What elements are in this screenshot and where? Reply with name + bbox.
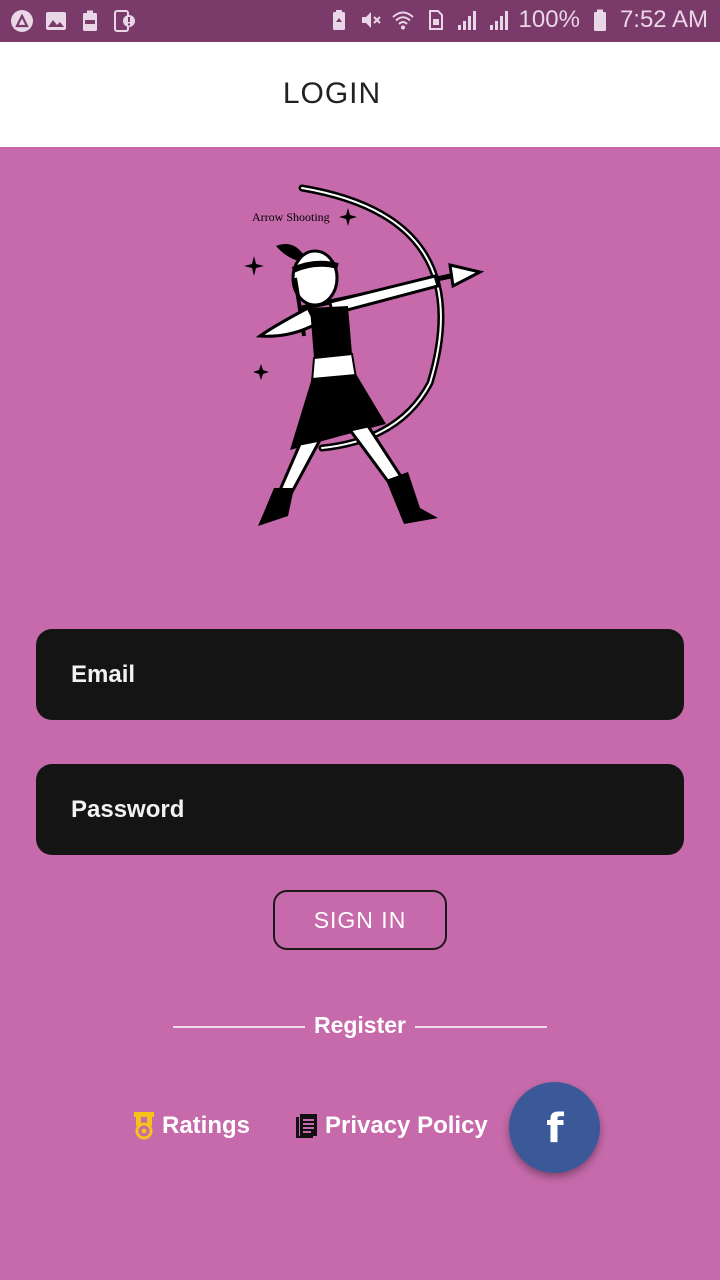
status-bar: 100% 7:52 AM <box>0 0 720 42</box>
sim-card-icon <box>428 10 443 30</box>
mute-icon <box>361 12 381 28</box>
clock: 7:52 AM <box>619 6 708 33</box>
battery-saver-icon <box>332 10 345 30</box>
password-field[interactable] <box>36 764 684 855</box>
email-field[interactable] <box>36 629 684 720</box>
sign-in-button[interactable]: SIGN IN <box>273 890 447 950</box>
password-field-container <box>36 764 684 855</box>
image-icon <box>46 12 66 30</box>
app-bar: LOGIN <box>0 42 720 147</box>
wifi-icon <box>391 11 414 30</box>
privacy-policy-link[interactable]: Privacy Policy <box>295 1112 488 1140</box>
register-link[interactable]: Register <box>304 1012 416 1039</box>
battery-icon <box>593 9 606 31</box>
register-divider-left <box>173 1026 305 1028</box>
signal-icon-2 <box>489 11 508 30</box>
page-title: LOGIN <box>282 77 382 110</box>
register-divider-right <box>415 1026 547 1028</box>
battery-percent: 100% <box>518 6 580 33</box>
document-icon <box>296 1114 317 1138</box>
logo-caption: Arrow Shooting <box>252 210 330 224</box>
ratings-link[interactable]: Ratings <box>132 1112 250 1140</box>
battery-100-icon <box>83 10 97 31</box>
device-alert-icon <box>114 10 135 32</box>
email-field-container <box>36 629 684 720</box>
svg-text:f: f <box>546 1108 564 1148</box>
signal-icon-1 <box>457 11 476 30</box>
facebook-icon: f <box>546 1108 564 1148</box>
app-notification-icon <box>11 10 33 32</box>
facebook-button[interactable]: f <box>509 1082 600 1173</box>
archer-logo: Arrow Shooting <box>244 184 485 526</box>
ratings-label: Ratings <box>162 1112 251 1139</box>
medal-icon <box>134 1112 154 1140</box>
privacy-policy-label: Privacy Policy <box>325 1112 488 1139</box>
